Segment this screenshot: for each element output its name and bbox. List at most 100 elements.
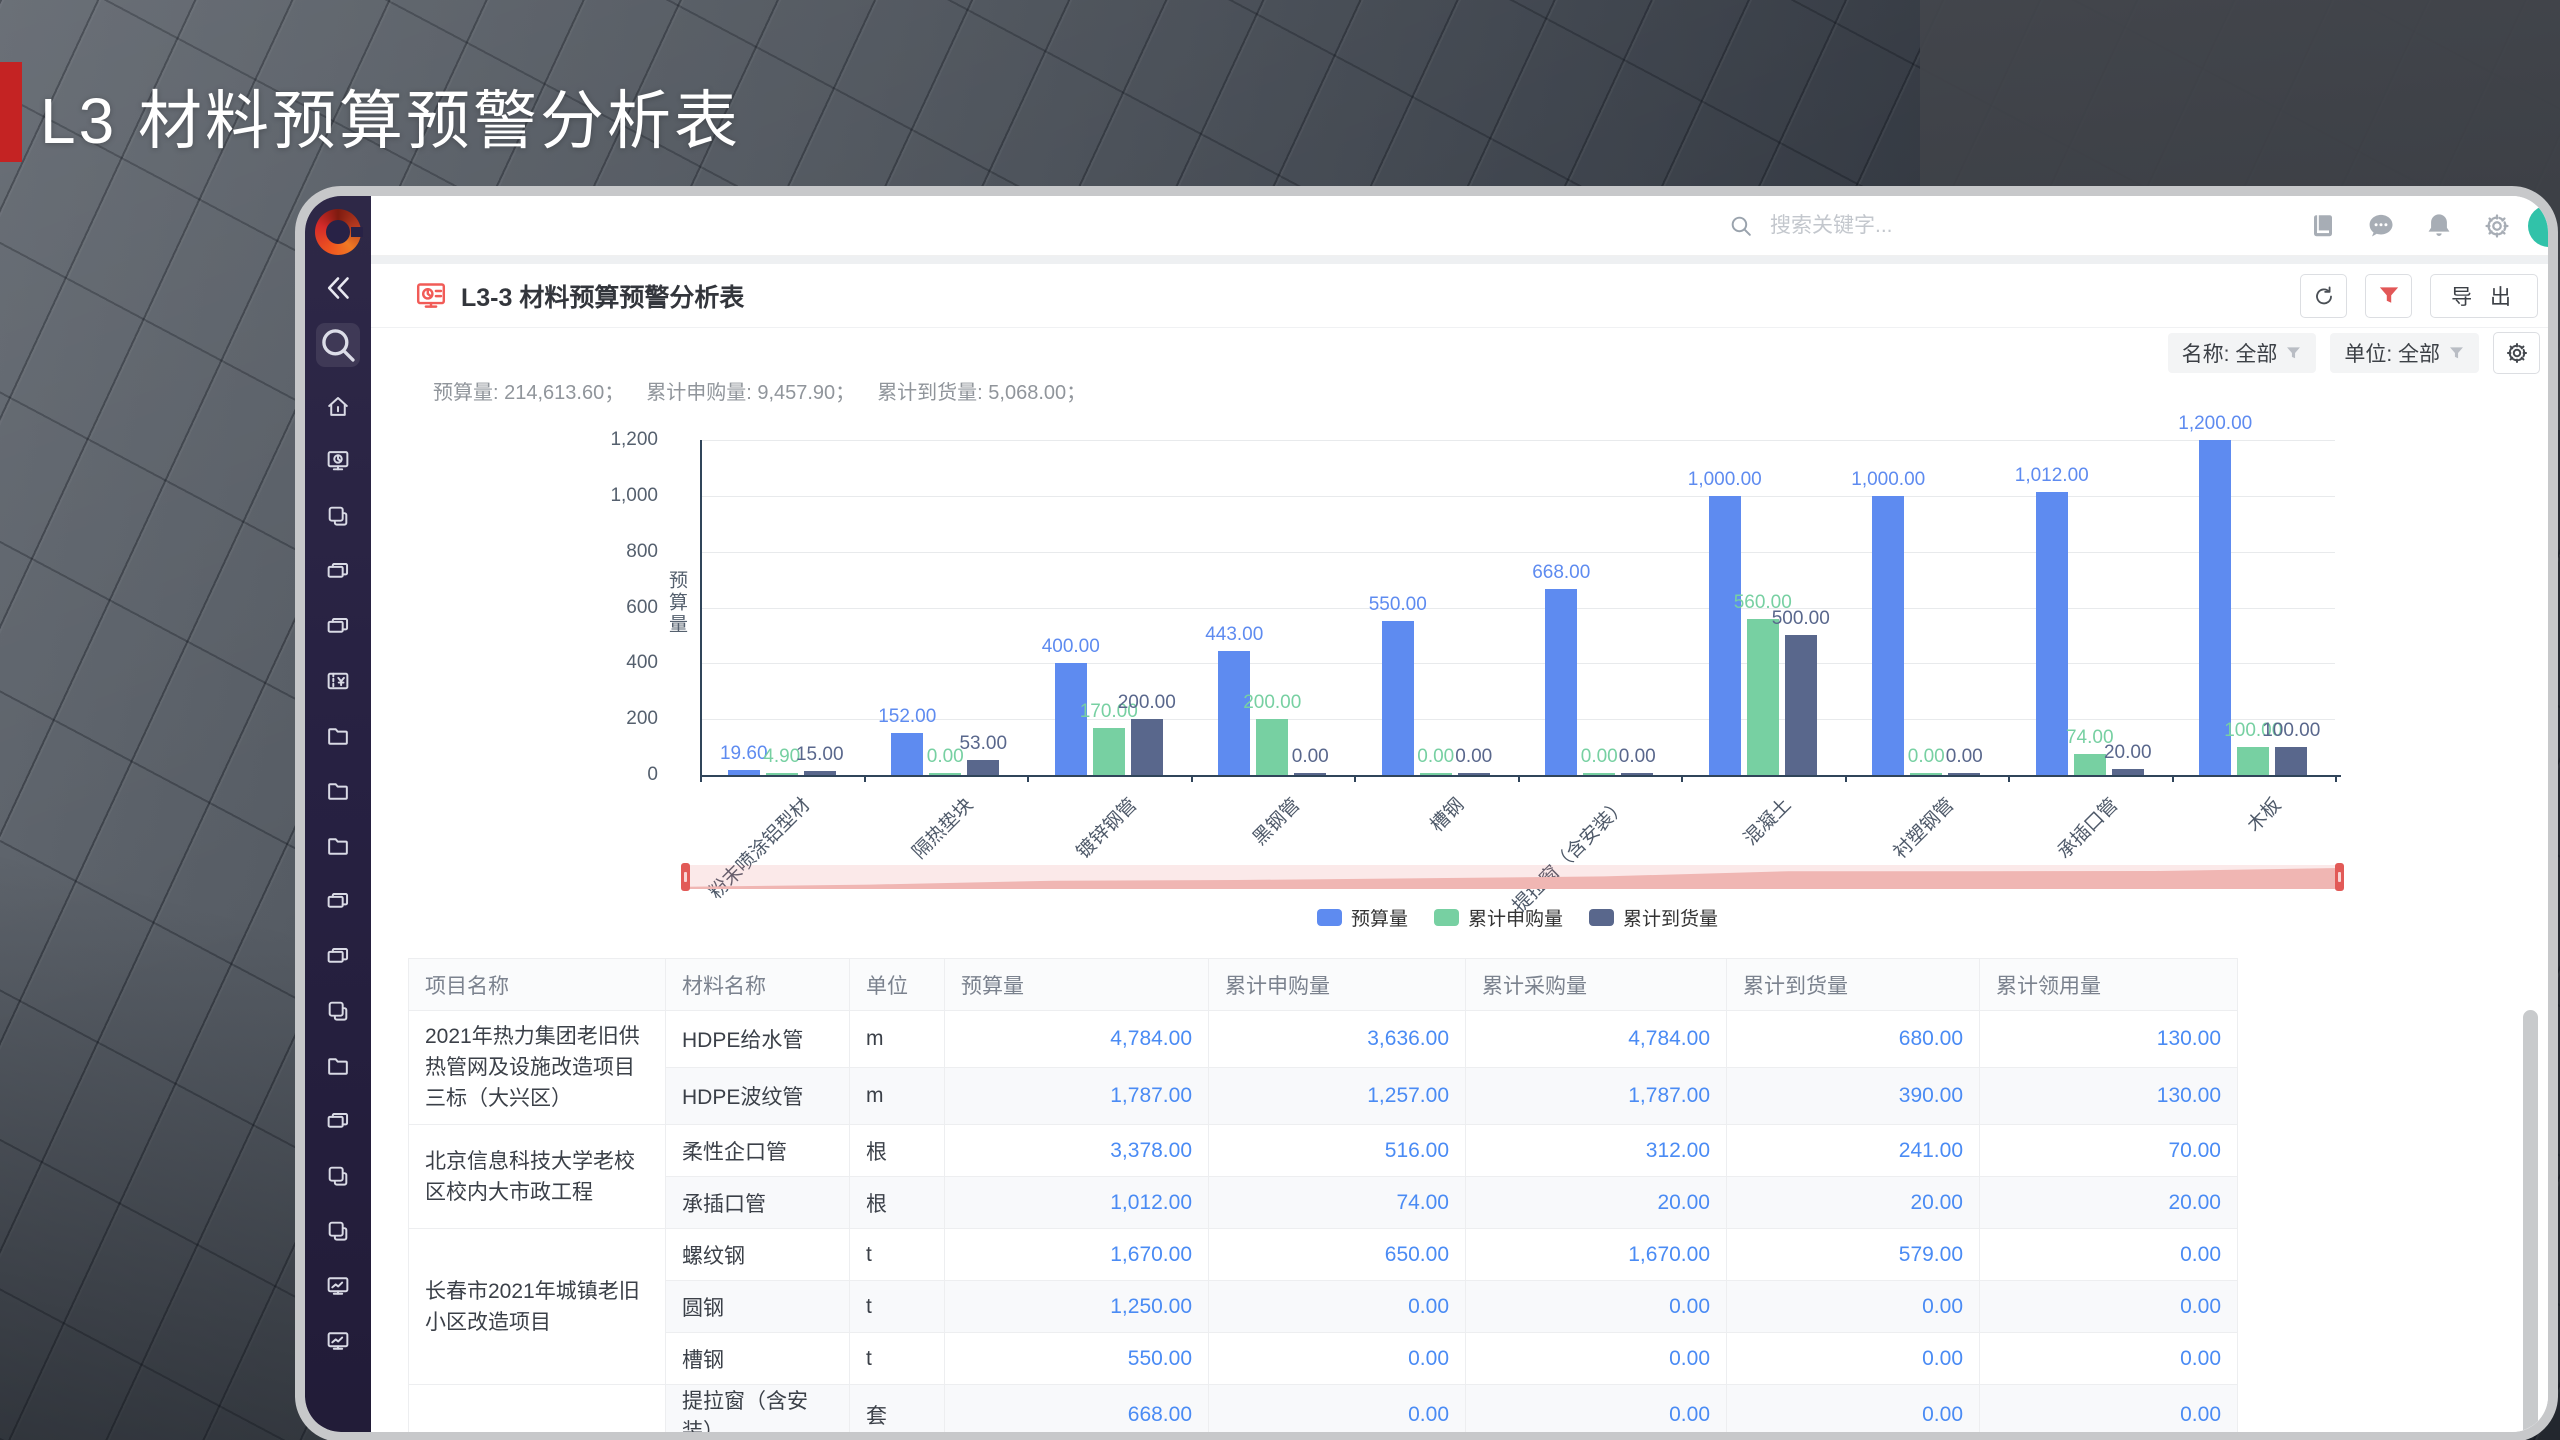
project-name-cell: 2021年热力集团老旧供热管网及设施改造项目三标（大兴区） xyxy=(408,1010,666,1125)
value-cell: 0.00 xyxy=(1208,1280,1466,1333)
table-row: HDPE波纹管 m 1,787.00 1,257.00 1,787.00 390.00 13… xyxy=(409,1067,2238,1125)
sidebar-item-copy-squares-icon[interactable] xyxy=(325,503,351,529)
bar-累计申购量-5[interactable] xyxy=(1419,773,1452,775)
bar-累计到货量-3[interactable] xyxy=(1130,719,1163,775)
unit-filter-label: 单位: 全部 xyxy=(2344,343,2440,366)
table-row: 北京信息科技大学老校区校内大市政工程 柔性企口管根 3,378.00 516.00 31… xyxy=(408,1124,2238,1229)
bar-累计申购量-8[interactable] xyxy=(1910,773,1943,775)
gridline xyxy=(700,607,2335,609)
legend-label: 累计到货量 xyxy=(1623,909,1719,930)
refresh-button[interactable] xyxy=(2300,273,2348,318)
sidebar-item-copy-squares-icon[interactable] xyxy=(325,1218,351,1244)
x-axis-tick xyxy=(1681,775,1683,782)
sidebar-item-stack-rects-icon[interactable] xyxy=(325,613,351,639)
sidebar-item-folder-icon[interactable] xyxy=(325,1053,351,1079)
messages-icon[interactable] xyxy=(2366,211,2396,241)
zoom-handle-right[interactable] xyxy=(2335,863,2344,891)
search-input[interactable] xyxy=(1768,212,2098,239)
chart-settings-button[interactable] xyxy=(2493,332,2540,374)
sidebar-item-copy-squares-icon[interactable] xyxy=(325,998,351,1024)
bar-累计申购量-4[interactable] xyxy=(1256,719,1289,775)
table-row: 2021年热力集团老旧供热管网及设施改造项目三标（大兴区） HDPE给水管 m 4,7… xyxy=(408,1010,2238,1125)
value-cell: 241.00 xyxy=(1726,1124,1980,1177)
bar-预算量-2[interactable] xyxy=(891,732,924,775)
sidebar-collapse-button[interactable] xyxy=(321,271,355,305)
notebook-icon[interactable] xyxy=(2308,211,2338,241)
table-row: 长春市2021年城镇老旧小区改造项目 螺纹钢 t 1,670.00 650.00 1,67… xyxy=(408,1228,2238,1385)
bar-累计申购量-6[interactable] xyxy=(1583,773,1616,775)
value-cell: 130.00 xyxy=(1979,1067,2238,1125)
sidebar-search-button[interactable] xyxy=(316,323,360,367)
screen: L3 材料预算预警分析表 搜索关键字... L3-3 材料预算预警分析表 导 出… xyxy=(0,0,2560,1440)
bar-累计申购量-9[interactable] xyxy=(2073,754,2106,775)
legend-item-预算量[interactable]: 预算量 xyxy=(1316,904,1408,931)
name-filter-chip[interactable]: 名称: 全部 xyxy=(2167,333,2317,373)
bar-预算量-7[interactable] xyxy=(1708,495,1741,775)
bar-预算量-8[interactable] xyxy=(1872,495,1905,775)
bar-累计到货量-6[interactable] xyxy=(1621,773,1654,775)
bar-value-label: 1,012.00 xyxy=(2014,465,2089,487)
legend-item-累计到货量[interactable]: 累计到货量 xyxy=(1589,904,1718,931)
material-name-cell: 圆钢 xyxy=(665,1280,850,1333)
bar-累计到货量-4[interactable] xyxy=(1294,773,1327,775)
value-cell: 0.00 xyxy=(1979,1332,2238,1385)
zoom-handle-left[interactable] xyxy=(681,863,690,891)
sidebar-item-copy-squares-icon[interactable] xyxy=(325,1163,351,1189)
bar-预算量-4[interactable] xyxy=(1218,651,1251,775)
filter-button[interactable] xyxy=(2365,273,2413,318)
bar-累计到货量-8[interactable] xyxy=(1948,773,1981,775)
bar-预算量-10[interactable] xyxy=(2199,440,2232,775)
report-title: L3-3 材料预算预警分析表 xyxy=(461,283,745,312)
column-header: 预算量 xyxy=(944,958,1209,1011)
sidebar-item-home-icon[interactable] xyxy=(325,393,351,419)
sidebar-item-stack-rects-icon[interactable] xyxy=(325,943,351,969)
bar-累计到货量-5[interactable] xyxy=(1457,773,1490,775)
x-axis-line xyxy=(700,775,2341,777)
legend-item-累计申购量[interactable]: 累计申购量 xyxy=(1433,904,1563,931)
value-cell: 0.00 xyxy=(1979,1384,2238,1432)
bar-预算量-3[interactable] xyxy=(1054,663,1087,775)
bar-累计申购量-3[interactable] xyxy=(1092,727,1125,775)
bar-预算量-5[interactable] xyxy=(1381,621,1414,775)
settings-icon[interactable] xyxy=(2482,211,2512,241)
bar-累计到货量-7[interactable] xyxy=(1784,635,1817,775)
bar-累计申购量-2[interactable] xyxy=(929,773,962,775)
x-axis-tick xyxy=(2008,775,2010,782)
sidebar-item-monitor-trend-icon[interactable] xyxy=(325,1273,351,1299)
material-name-cell: 螺纹钢 xyxy=(665,1228,850,1281)
sidebar-item-folder-icon[interactable] xyxy=(325,723,351,749)
gridline xyxy=(700,440,2335,441)
sidebar-item-monitor-trend-icon[interactable] xyxy=(325,1328,351,1354)
chart-zoom-slider[interactable] xyxy=(681,863,2344,891)
export-button[interactable]: 导 出 xyxy=(2430,273,2538,318)
bar-累计申购量-10[interactable] xyxy=(2237,747,2270,775)
sidebar-item-folder-icon[interactable] xyxy=(325,778,351,804)
report-content: L3-3 材料预算预警分析表 导 出 名称: 全部 单位: 全部 预算量: 21… xyxy=(371,264,2548,1432)
bar-累计到货量-2[interactable] xyxy=(967,760,1000,775)
sidebar-item-stack-rects-icon[interactable] xyxy=(325,1108,351,1134)
report-actions: 导 出 xyxy=(2300,273,2538,318)
main-area: L3-3 材料预算预警分析表 导 出 名称: 全部 单位: 全部 xyxy=(371,196,2548,1432)
divider-band xyxy=(371,256,2548,264)
sidebar-item-dashboard-monitor-icon[interactable] xyxy=(325,448,351,474)
sidebar-item-receipt-yen-icon[interactable] xyxy=(325,668,351,694)
bar-累计到货量-10[interactable] xyxy=(2275,747,2308,775)
sidebar-item-stack-rects-icon[interactable] xyxy=(325,888,351,914)
y-axis-line xyxy=(700,440,702,781)
bar-累计到货量-1[interactable] xyxy=(803,770,836,775)
bar-预算量-6[interactable] xyxy=(1545,588,1578,775)
bar-预算量-1[interactable] xyxy=(727,769,760,775)
sidebar-item-folder-icon[interactable] xyxy=(325,833,351,859)
table-scrollbar[interactable] xyxy=(2523,1010,2538,1432)
bar-累计申购量-1[interactable] xyxy=(765,773,798,775)
unit-filter-chip[interactable]: 单位: 全部 xyxy=(2330,333,2479,373)
global-search[interactable] xyxy=(1728,212,2128,239)
search-icon xyxy=(1728,213,1754,239)
bar-累计到货量-9[interactable] xyxy=(2111,769,2144,775)
value-cell: 20.00 xyxy=(1979,1176,2238,1229)
bar-累计申购量-7[interactable] xyxy=(1746,618,1779,775)
bar-预算量-9[interactable] xyxy=(2035,492,2068,775)
value-cell: 70.00 xyxy=(1979,1124,2238,1177)
notifications-icon[interactable] xyxy=(2424,211,2454,241)
sidebar-item-stack-rects-icon[interactable] xyxy=(325,558,351,584)
